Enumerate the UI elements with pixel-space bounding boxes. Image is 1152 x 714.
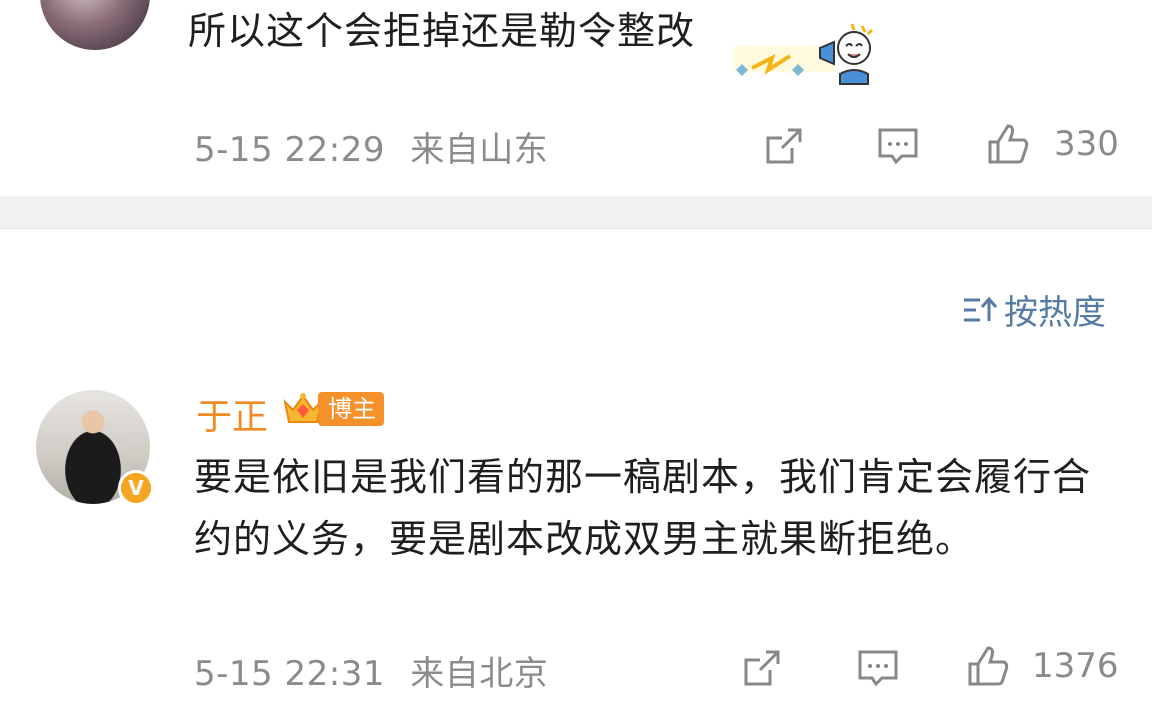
badge-label: 博主 <box>318 392 384 426</box>
username[interactable]: 于正 <box>196 388 268 440</box>
comment-meta: 5-15 22:29 来自山东 <box>194 122 548 171</box>
comment-text: 所以这个会拒掉还是勒令整改 <box>188 9 696 53</box>
sort-label: 按热度 <box>1004 293 1106 333</box>
comment-time: 5-15 22:29 <box>194 130 385 170</box>
like-count: 1376 <box>1032 646 1119 686</box>
comment-location: 来自北京 <box>410 654 549 694</box>
section-divider <box>0 196 1152 229</box>
comment-text: 要是依旧是我们看的那一稿剧本，我们肯定会履行合约的义务，要是剧本改成双男主就果断… <box>194 455 1092 561</box>
comment-meta: 5-15 22:31 来自北京 <box>194 646 548 695</box>
verified-badge: V <box>118 470 154 506</box>
sort-icon <box>964 296 998 321</box>
like-icon[interactable] <box>986 122 1030 166</box>
cheer-sticker-icon <box>734 23 874 85</box>
avatar[interactable] <box>40 0 150 50</box>
comment-time: 5-15 22:31 <box>194 654 385 694</box>
sort-button[interactable]: 按热度 <box>962 285 1106 334</box>
comment-icon[interactable] <box>876 124 920 168</box>
blogger-badge: 博主 <box>282 390 384 428</box>
comment-icon[interactable] <box>856 646 900 690</box>
comment-location: 来自山东 <box>410 130 549 170</box>
share-icon[interactable] <box>740 646 784 690</box>
share-icon[interactable] <box>762 124 806 168</box>
like-count: 330 <box>1054 124 1119 164</box>
like-icon[interactable] <box>966 644 1010 688</box>
